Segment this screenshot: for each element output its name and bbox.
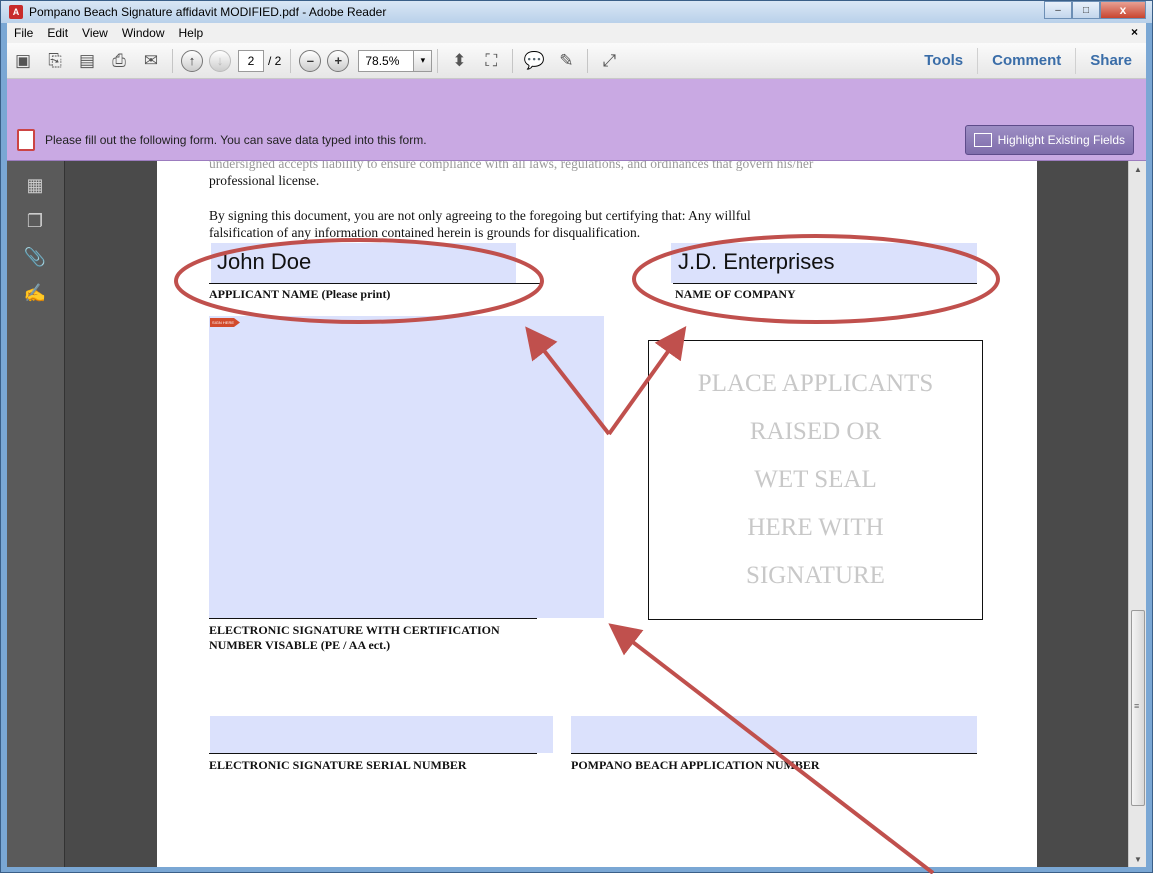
menu-window[interactable]: Window <box>115 26 172 40</box>
seal-placeholder-box: PLACE APPLICANTS RAISED OR WET SEAL HERE… <box>648 340 983 620</box>
certify-text-line-1: By signing this document, you are not on… <box>209 208 751 223</box>
seal-text-line: RAISED OR <box>749 418 882 445</box>
signatures-icon[interactable]: ✍ <box>23 281 47 305</box>
fit-width-icon[interactable]: ⛶ <box>478 48 504 74</box>
seal-text-line: PLACE APPLICANTS <box>697 370 934 397</box>
applicant-name-label: APPLICANT NAME (Please print) <box>209 287 391 301</box>
signature-underline <box>209 618 537 619</box>
minimize-button[interactable]: – <box>1044 1 1072 19</box>
serial-underline <box>209 753 537 754</box>
fit-page-icon[interactable]: ⬍ <box>446 48 472 74</box>
vertical-scrollbar[interactable]: ▲ ≡ ▼ <box>1128 161 1146 867</box>
tools-button[interactable]: Tools <box>910 48 977 74</box>
window-title: Pompano Beach Signature affidavit MODIFI… <box>29 5 387 19</box>
zoom-level-input[interactable]: 78.5% <box>358 49 415 72</box>
form-document-icon <box>17 128 35 151</box>
form-bar-background <box>7 79 1146 119</box>
full-screen-icon[interactable]: ⤢ <box>596 48 622 74</box>
page-thumbnails-icon[interactable]: ▦ <box>23 173 47 197</box>
seal-text-line: HERE WITH <box>747 514 884 541</box>
zoom-out-button[interactable]: – <box>299 49 322 72</box>
toolbar-divider <box>290 48 292 73</box>
share-button[interactable]: Share <box>1075 48 1146 74</box>
application-number-field[interactable] <box>571 716 977 753</box>
scroll-down-arrow[interactable]: ▼ <box>1129 851 1147 867</box>
save-icon[interactable]: ▤ <box>74 48 100 74</box>
menu-help[interactable]: Help <box>172 26 211 40</box>
navigation-pane: ▦ ❐ 📎 ✍ <box>7 161 65 867</box>
professional-license-text: professional license. <box>209 173 320 188</box>
esig-label-line-2: NUMBER VISABLE (PE / AA ect.) <box>209 638 391 652</box>
toolbar-divider <box>437 48 439 73</box>
main-toolbar: ▣ ⎘ ▤ ⎙ ✉ ↑ ↓ 2 / 2 – + 78.5% ▾ ⬍ ⛶ 💬 ✎ … <box>7 43 1146 79</box>
maximize-button[interactable]: □ <box>1072 1 1100 19</box>
menu-edit[interactable]: Edit <box>40 26 75 40</box>
close-button[interactable]: x <box>1100 1 1146 19</box>
page-total: / 2 <box>268 53 282 68</box>
highlight-pen-icon[interactable]: ✎ <box>553 48 579 74</box>
close-document-button[interactable]: × <box>1131 25 1138 39</box>
next-page-button[interactable]: ↓ <box>209 49 231 72</box>
app-window: A Pompano Beach Signature affidavit MODI… <box>0 0 1153 874</box>
electronic-signature-field[interactable] <box>209 316 604 618</box>
certify-text-line-2: falsification of any information contain… <box>209 225 641 240</box>
form-message: Please fill out the following form. You … <box>45 132 427 147</box>
highlight-existing-fields-button[interactable]: Highlight Existing Fields <box>964 125 1134 155</box>
zoom-in-button[interactable]: + <box>327 49 350 72</box>
layers-icon[interactable]: ❐ <box>23 209 47 233</box>
scroll-thumb[interactable]: ≡ <box>1131 610 1145 806</box>
comment-button[interactable]: Comment <box>977 48 1075 74</box>
page-number-input[interactable]: 2 <box>238 49 264 72</box>
applicant-name-underline <box>209 283 542 284</box>
applicant-name-value: John Doe <box>217 249 312 274</box>
toolbar-panel-links: Tools Comment Share <box>910 43 1146 79</box>
sign-here-tag[interactable]: SIGN HERE <box>210 318 240 327</box>
menu-file[interactable]: File <box>7 26 40 40</box>
attachments-icon[interactable]: 📎 <box>23 245 47 269</box>
highlight-button-label: Highlight Existing Fields <box>997 133 1125 147</box>
esig-label-line-1: ELECTRONIC SIGNATURE WITH CERTIFICATION <box>209 623 500 637</box>
scroll-up-arrow[interactable]: ▲ <box>1129 161 1147 177</box>
seal-text-line: WET SEAL <box>754 466 877 493</box>
highlight-fields-icon <box>973 133 992 147</box>
toolbar-divider <box>512 48 514 73</box>
create-pdf-icon[interactable]: ▣ <box>10 48 36 74</box>
application-number-label: POMPANO BEACH APPLICATION NUMBER <box>571 758 820 772</box>
application-number-underline <box>571 753 977 754</box>
print-icon[interactable]: ⎙ <box>106 48 132 74</box>
scroll-grip-icon: ≡ <box>1134 701 1140 711</box>
seal-text-line: SIGNATURE <box>746 562 885 589</box>
pdf-icon: A <box>9 5 23 19</box>
email-icon[interactable]: ✉ <box>138 48 164 74</box>
company-name-underline <box>673 283 977 284</box>
serial-number-label: ELECTRONIC SIGNATURE SERIAL NUMBER <box>209 758 467 772</box>
form-notification-bar: Please fill out the following form. You … <box>7 119 1146 161</box>
toolbar-divider <box>172 48 173 73</box>
menu-bar: File Edit View Window Help × <box>7 23 1146 43</box>
comment-bubble-icon[interactable]: 💬 <box>521 48 547 74</box>
signature-serial-number-field[interactable] <box>210 716 553 753</box>
company-name-label: NAME OF COMPANY <box>675 287 796 301</box>
window-controls: – □ x <box>1044 1 1146 19</box>
menu-view[interactable]: View <box>75 26 115 40</box>
open-file-icon[interactable]: ⎘ <box>42 48 68 74</box>
zoom-dropdown-icon[interactable]: ▾ <box>414 49 433 72</box>
toolbar-divider <box>587 48 589 73</box>
company-name-value: J.D. Enterprises <box>678 249 835 274</box>
previous-page-button[interactable]: ↑ <box>181 49 203 72</box>
title-bar: A Pompano Beach Signature affidavit MODI… <box>1 1 1152 23</box>
